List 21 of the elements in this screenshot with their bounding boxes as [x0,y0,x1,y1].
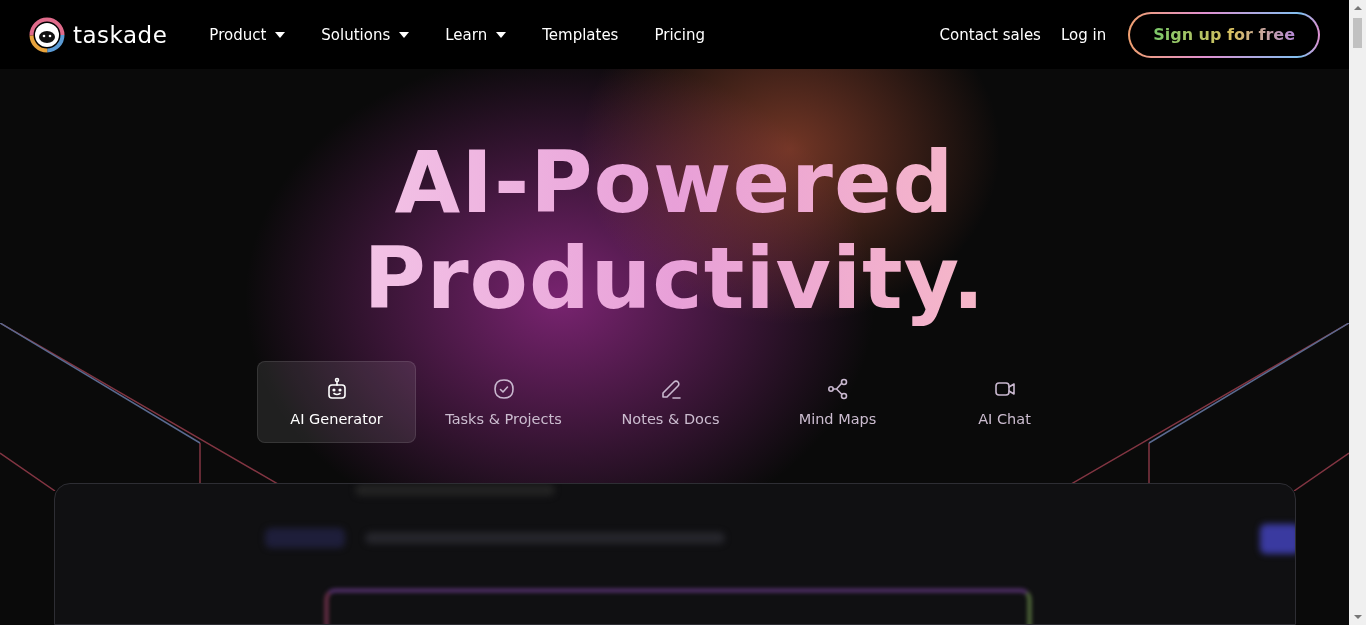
signup-button[interactable]: Sign up for free [1128,11,1320,58]
logo-icon [29,16,65,53]
feature-tab[interactable]: Mind Maps [758,361,917,443]
nav-link[interactable]: Templates [532,19,629,50]
nav-link[interactable]: Contact sales [929,19,1051,50]
check-icon [491,377,516,401]
nodes-icon [825,377,850,401]
nav-link[interactable]: Log in [1050,19,1117,50]
nav-link[interactable]: Solutions [311,19,420,50]
feature-tab[interactable]: Notes & Docs [591,361,750,443]
nav-link[interactable]: Product [199,19,296,50]
caret-icon [275,31,286,38]
scrollbar[interactable] [1349,0,1366,625]
caret-icon [496,31,507,38]
feature-tab[interactable]: AI Chat [925,361,1084,443]
caret-icon [399,31,410,38]
nav-link[interactable]: Pricing [644,19,715,50]
feature-tab[interactable]: AI Generator [257,361,416,443]
nav-link[interactable]: Learn [435,19,517,50]
logo-wordmark[interactable]: taskade [73,21,168,48]
feature-tab[interactable]: Tasks & Projects [424,361,583,443]
